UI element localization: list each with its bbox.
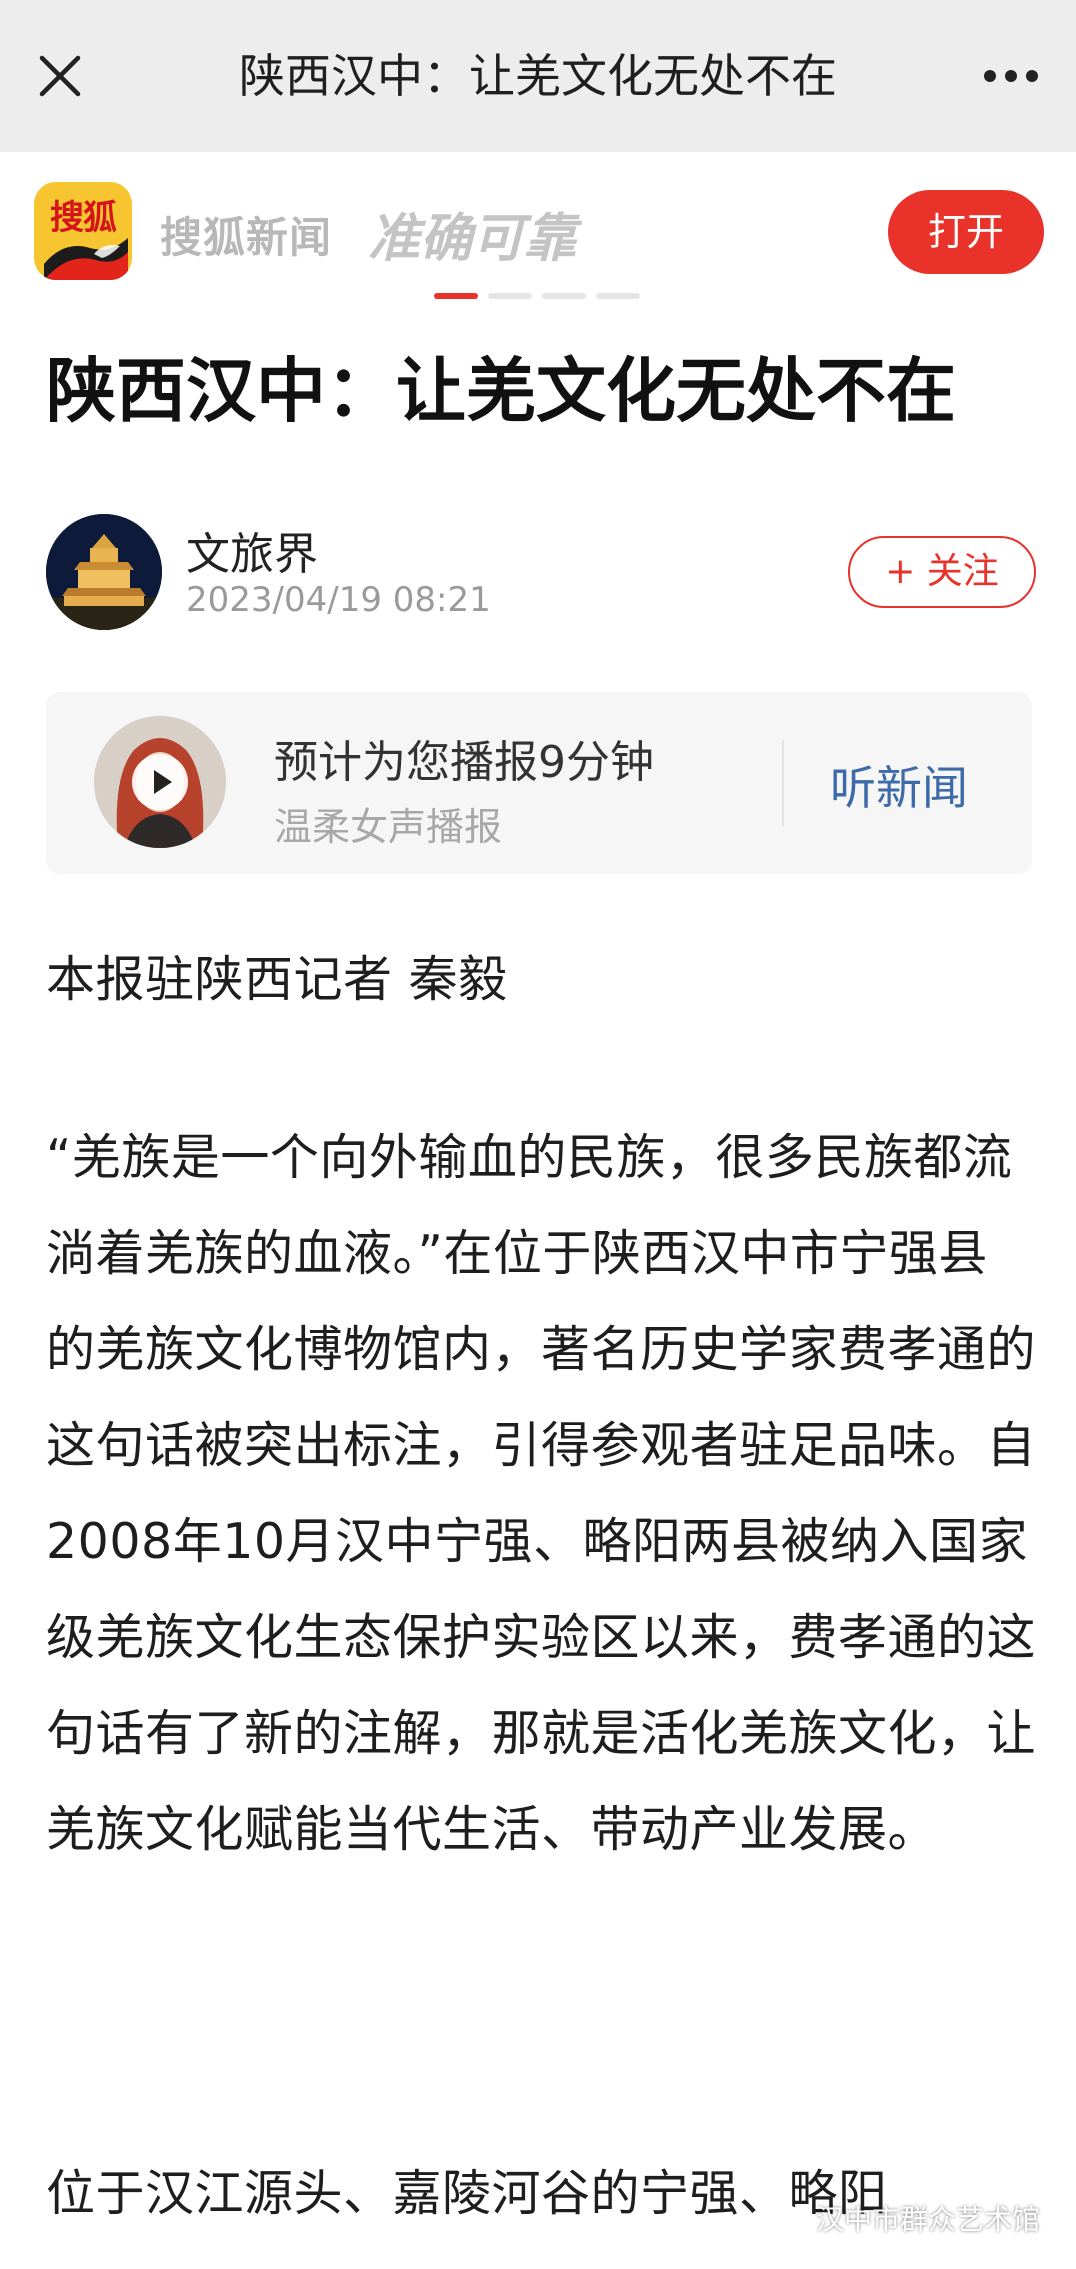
pager-dot	[488, 293, 532, 299]
article-paragraph: “羌族是一个向外输血的民族，很多民族都流淌着羌族的血液。”在位于陕西汉中市宁强县…	[46, 1129, 1037, 1858]
audio-duration-text: 预计为您播报9分钟	[274, 737, 654, 788]
brand-slogan: 准确可靠	[368, 209, 577, 269]
article-title: 陕西汉中：让羌文化无处不在	[46, 350, 956, 432]
wechat-icon	[776, 2205, 810, 2231]
sohu-logo-icon: 搜狐	[34, 182, 132, 280]
pager-dot-active	[434, 293, 478, 299]
audio-voice-text: 温柔女声播报	[274, 805, 503, 849]
listen-news-button[interactable]: 听新闻	[830, 752, 968, 818]
close-icon[interactable]	[30, 46, 90, 106]
audio-news-card[interactable]: 预计为您播报9分钟 温柔女声播报 听新闻	[46, 692, 1032, 874]
page-title: 陕西汉中：让羌文化无处不在	[239, 49, 837, 103]
banner-pager	[434, 293, 644, 299]
author-avatar[interactable]	[46, 514, 162, 630]
play-icon[interactable]	[132, 754, 188, 810]
open-app-button[interactable]: 打开	[888, 190, 1044, 274]
watermark-text: 汉中市群众艺术馆	[815, 2203, 1040, 2236]
brand-name: 搜狐新闻	[160, 213, 333, 262]
logo-text: 搜狐	[50, 198, 117, 238]
fox-tail-icon	[44, 238, 128, 280]
pager-dot	[542, 293, 586, 299]
author-name[interactable]: 文旅界	[186, 518, 318, 582]
follow-button[interactable]: + 关注	[848, 536, 1036, 608]
narrator-avatar	[94, 716, 226, 848]
watermark: 汉中市群众艺术馆	[776, 2198, 1040, 2238]
top-navbar: 陕西汉中：让羌文化无处不在	[0, 0, 1076, 152]
divider	[782, 740, 784, 826]
more-icon[interactable]	[976, 46, 1046, 106]
byline-paragraph: 本报驻陕西记者 秦毅	[46, 951, 508, 1008]
pager-dot	[596, 293, 640, 299]
app-banner: 搜狐 搜狐新闻 准确可靠 打开	[0, 152, 1076, 302]
publish-time: 2023/04/19 08:21	[186, 580, 491, 620]
